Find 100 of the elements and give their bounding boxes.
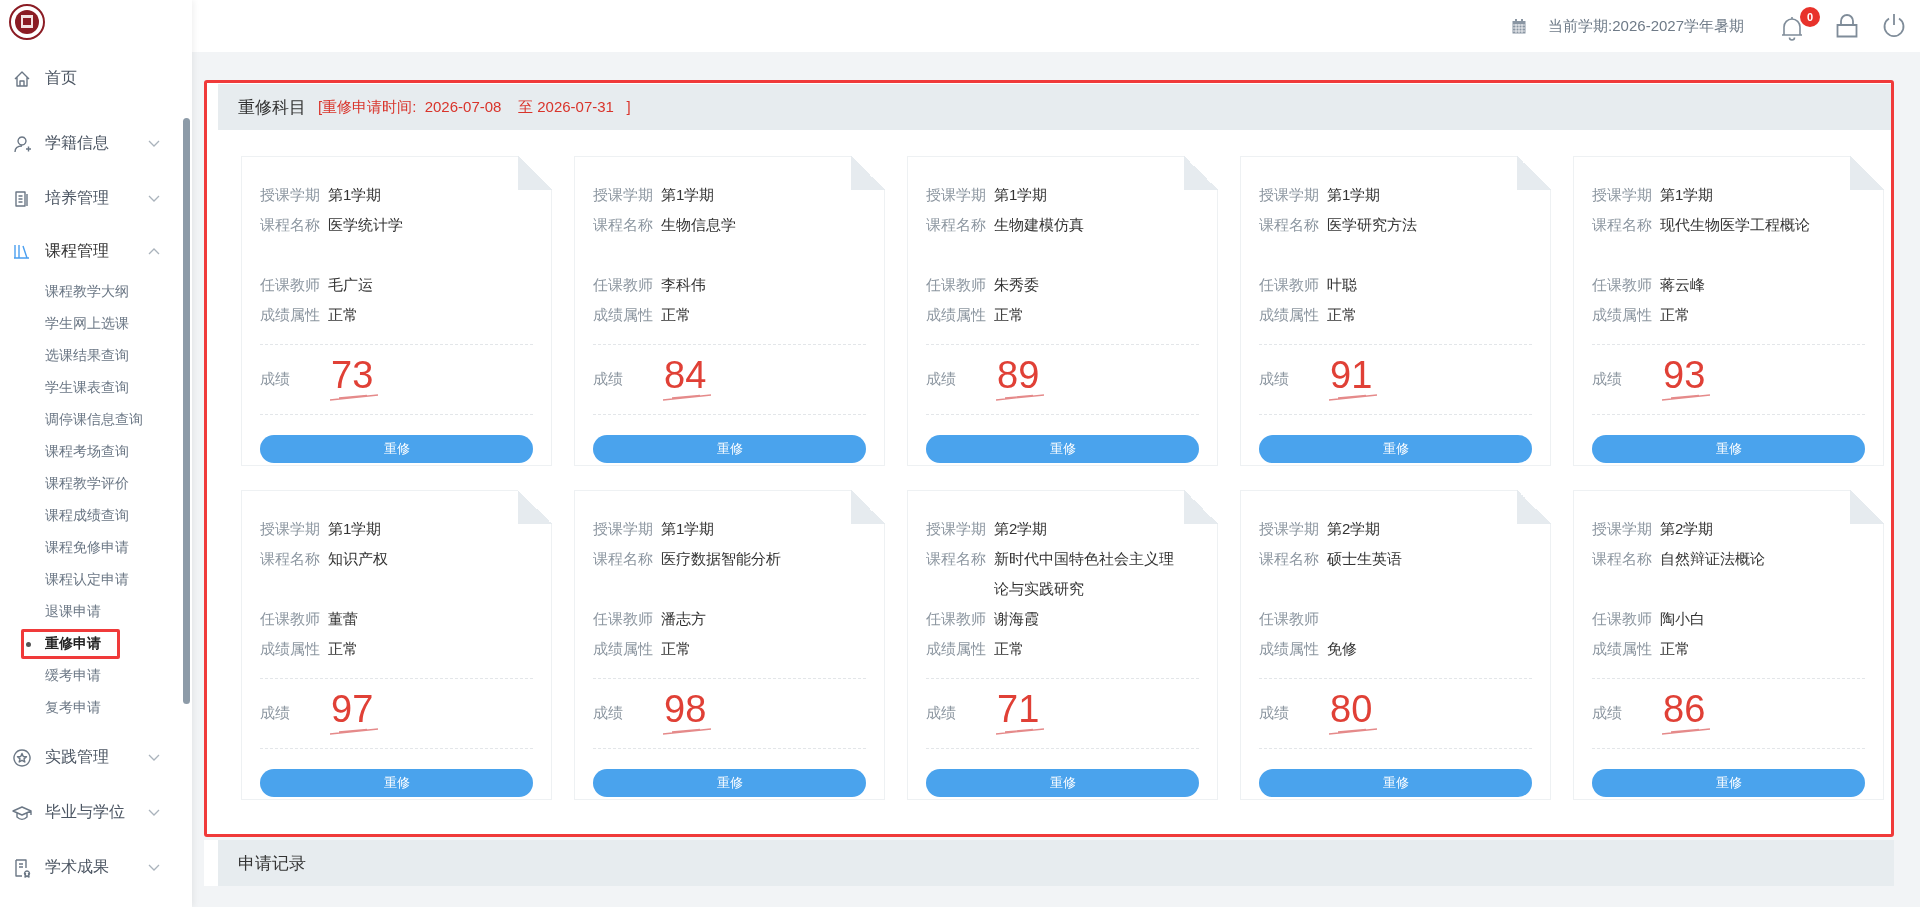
retake-button[interactable]: 重修 <box>1592 435 1865 463</box>
score-value: 91 <box>1329 358 1374 393</box>
field-value: 正常 <box>1660 639 1691 659</box>
sidebar-subitem[interactable]: 课程认定申请 <box>0 564 192 596</box>
retake-button[interactable]: 重修 <box>926 769 1199 797</box>
field-value: 硕士生英语 <box>1327 549 1403 569</box>
underline-stroke-icon <box>995 393 1045 402</box>
current-term-text: 当前学期:2026-2027学年暑期 <box>1548 16 1744 36</box>
underline-stroke-icon <box>1661 393 1711 402</box>
field-value: 第1学期 <box>1327 185 1382 205</box>
score-label: 成绩 <box>260 704 291 724</box>
power-icon[interactable] <box>1882 13 1906 39</box>
field-value: 免修 <box>1327 639 1358 659</box>
chevron-up-icon <box>148 247 160 255</box>
field-label: 成绩属性 <box>260 306 320 325</box>
field-value: 第1学期 <box>994 185 1049 205</box>
field-value: 正常 <box>994 639 1025 659</box>
score-value: 86 <box>1662 692 1707 727</box>
field-value: 正常 <box>328 639 359 659</box>
sidebar-subitem[interactable]: 复考申请 <box>0 692 192 724</box>
application-period-text: [重修申请时间: 2026-07-08 至 2026-07-31 ] <box>318 97 631 117</box>
field-label: 成绩属性 <box>260 640 320 659</box>
sidebar-subitem[interactable]: 课程免修申请 <box>0 532 192 564</box>
score-label: 成绩 <box>1592 704 1623 724</box>
retake-button[interactable]: 重修 <box>926 435 1199 463</box>
sidebar-subitem[interactable]: 课程考场查询 <box>0 436 192 468</box>
field-value: 谢海霞 <box>994 609 1040 629</box>
field-value: 生物建模仿真 <box>994 215 1085 235</box>
field-value: 知识产权 <box>328 549 389 569</box>
field-label: 课程名称 <box>260 550 320 569</box>
chevron-down-icon <box>148 139 160 148</box>
field-label: 成绩属性 <box>593 306 653 325</box>
field-label: 任课教师 <box>1259 610 1319 629</box>
sidebar-subitem[interactable]: 课程成绩查询 <box>0 500 192 532</box>
field-value: 第2学期 <box>1327 519 1382 539</box>
field-label: 课程名称 <box>926 550 986 569</box>
underline-stroke-icon <box>995 727 1045 736</box>
field-label: 成绩属性 <box>926 640 986 659</box>
retake-button[interactable]: 重修 <box>260 769 533 797</box>
field-label: 任课教师 <box>260 610 320 629</box>
field-value: 毛广运 <box>328 275 374 295</box>
underline-stroke-icon <box>662 393 712 402</box>
field-label: 成绩属性 <box>1592 306 1652 325</box>
score-value: 89 <box>996 358 1041 393</box>
field-value: 第2学期 <box>1660 519 1715 539</box>
sidebar-subitem[interactable]: 选课结果查询 <box>0 340 192 372</box>
field-value: 第2学期 <box>994 519 1049 539</box>
score-label: 成绩 <box>1259 370 1290 390</box>
field-value: 第1学期 <box>661 185 716 205</box>
retake-button[interactable]: 重修 <box>1259 769 1532 797</box>
field-value: 正常 <box>1327 305 1358 325</box>
score-value: 97 <box>330 692 375 727</box>
field-label: 成绩属性 <box>926 306 986 325</box>
field-value: 自然辩证法概论 <box>1660 549 1766 569</box>
retake-button[interactable]: 重修 <box>1592 769 1865 797</box>
field-label: 课程名称 <box>1592 550 1652 569</box>
sidebar-menu-item[interactable]: 学术成果 <box>0 840 160 895</box>
sidebar-menu-item[interactable]: 首页 <box>0 51 160 106</box>
notification-bell-icon[interactable] <box>1780 15 1804 41</box>
field-label: 成绩属性 <box>1592 640 1652 659</box>
sidebar-menu-item[interactable]: 学籍信息 <box>0 116 160 171</box>
sidebar-subitem[interactable]: 缓考申请 <box>0 660 192 692</box>
score-label: 成绩 <box>926 704 957 724</box>
field-label: 授课学期 <box>260 186 320 205</box>
lock-icon[interactable] <box>1836 14 1858 38</box>
chevron-down-icon <box>148 863 160 872</box>
underline-stroke-icon <box>1328 727 1378 736</box>
sidebar-subitem[interactable]: 调停课信息查询 <box>0 404 192 436</box>
field-value: 潘志方 <box>661 609 707 629</box>
underline-stroke-icon <box>1661 727 1711 736</box>
sidebar-subitem[interactable]: 课程教学大纲 <box>0 276 192 308</box>
sidebar-subitem[interactable]: 课程教学评价 <box>0 468 192 500</box>
sidebar-subitem[interactable]: 重修申请 <box>20 628 121 660</box>
field-label: 授课学期 <box>1592 520 1652 539</box>
sidebar-menu-item[interactable]: 实践管理 <box>0 730 160 785</box>
field-value: 正常 <box>994 305 1025 325</box>
field-label: 课程名称 <box>260 216 320 235</box>
sidebar-subitem[interactable]: 退课申请 <box>0 596 192 628</box>
retake-button[interactable]: 重修 <box>260 435 533 463</box>
sidebar-menu-item[interactable]: 毕业与学位 <box>0 785 160 840</box>
field-value: 陶小白 <box>1660 609 1706 629</box>
field-value: 医学研究方法 <box>1327 215 1418 235</box>
score-value: 98 <box>663 692 708 727</box>
university-emblem-icon <box>9 4 45 40</box>
scrollbar-thumb[interactable] <box>183 118 190 704</box>
field-label: 课程名称 <box>926 216 986 235</box>
underline-stroke-icon <box>329 393 379 402</box>
field-label: 课程名称 <box>1592 216 1652 235</box>
underline-stroke-icon <box>329 727 379 736</box>
field-value: 医学统计学 <box>328 215 404 235</box>
sidebar-subitem[interactable]: 学生网上选课 <box>0 308 192 340</box>
field-value: 第1学期 <box>1660 185 1715 205</box>
sidebar-menu-item[interactable]: 课程管理 <box>0 226 160 276</box>
sidebar-menu-item[interactable]: 培养管理 <box>0 171 160 226</box>
retake-button[interactable]: 重修 <box>1259 435 1532 463</box>
score-label: 成绩 <box>260 370 291 390</box>
field-label: 课程名称 <box>593 216 653 235</box>
sidebar-subitem[interactable]: 学生课表查询 <box>0 372 192 404</box>
retake-button[interactable]: 重修 <box>593 769 866 797</box>
retake-button[interactable]: 重修 <box>593 435 866 463</box>
